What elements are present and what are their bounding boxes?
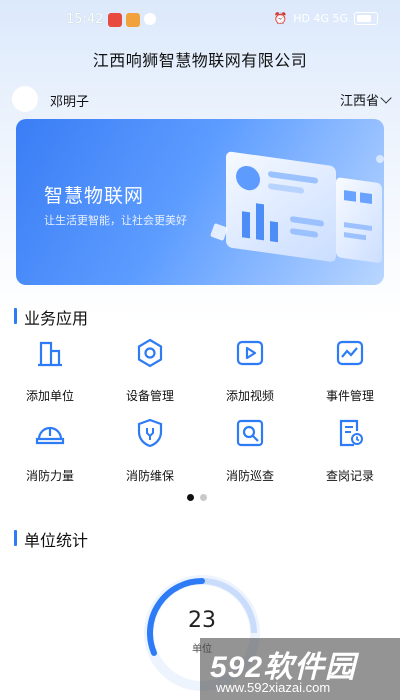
grid-item-event-management[interactable]: 事件管理	[300, 337, 400, 404]
page-dot-active[interactable]	[187, 494, 194, 501]
page-dot[interactable]	[200, 494, 207, 501]
watermark-url: www.592xiazai.com	[216, 680, 331, 695]
grid-item-label: 消防维保	[125, 469, 174, 483]
banner-subtitle: 让生活更智能，让社会更美好	[44, 214, 187, 227]
chevron-down-icon	[380, 91, 392, 104]
province-label: 江西省	[339, 94, 379, 109]
site-watermark: 592软件园 www.592xiazai.com	[200, 638, 400, 700]
location-icon	[144, 13, 156, 25]
notification-app-icon	[126, 13, 140, 27]
banner-title: 智慧物联网	[44, 185, 145, 207]
business-section-title: 业务应用	[14, 305, 88, 329]
shield-wrench-icon	[137, 418, 163, 448]
grid-item-device-management[interactable]: 设备管理	[100, 337, 200, 404]
grid-item-label: 消防巡查	[225, 469, 274, 483]
avatar[interactable]	[12, 86, 38, 112]
status-indicators: ⏰ HD 4G 5G	[274, 12, 378, 25]
page-indicator[interactable]	[187, 494, 207, 501]
alarm-icon: ⏰	[273, 12, 288, 25]
unit-count: 23	[188, 608, 216, 633]
province-selector[interactable]: 江西省	[339, 90, 392, 109]
network-indicator: HD 4G 5G	[293, 12, 348, 25]
grid-item-label: 添加视频	[225, 389, 274, 403]
helmet-icon	[35, 426, 65, 445]
video-play-icon	[236, 340, 264, 366]
grid-item-label: 设备管理	[125, 389, 174, 403]
user-row: 邓明子 江西省	[12, 86, 392, 112]
decor-dot	[376, 155, 384, 163]
grid-item-label: 查岗记录	[325, 469, 374, 483]
grid-item-duty-records[interactable]: 查岗记录	[300, 417, 400, 484]
company-title: 江西响狮智慧物联网有限公司	[92, 51, 308, 70]
grid-item-add-unit[interactable]: 添加单位	[0, 337, 100, 404]
grid-item-label: 事件管理	[325, 389, 374, 403]
event-chart-icon	[336, 340, 364, 366]
notification-app-icon	[108, 13, 122, 27]
grid-item-fire-force[interactable]: 消防力量	[0, 417, 100, 484]
grid-item-label: 添加单位	[25, 389, 74, 403]
stats-section-title: 单位统计	[14, 527, 88, 551]
record-clock-icon	[339, 419, 363, 447]
status-bar: 15:42 ⏰ HD 4G 5G	[0, 0, 400, 38]
inspect-search-icon	[236, 419, 264, 447]
building-icon	[38, 341, 62, 367]
device-hexagon-icon	[137, 338, 163, 368]
banner[interactable]: 智慧物联网 让生活更智能，让社会更美好	[16, 119, 384, 285]
user-name: 邓明子	[50, 95, 90, 110]
grid-item-add-video[interactable]: 添加视频	[200, 337, 300, 404]
grid-item-fire-maintenance[interactable]: 消防维保	[100, 417, 200, 484]
grid-item-label: 消防力量	[25, 469, 74, 483]
grid-item-fire-inspection[interactable]: 消防巡查	[200, 417, 300, 484]
battery-icon	[354, 12, 378, 25]
status-time: 15:42	[66, 12, 104, 27]
